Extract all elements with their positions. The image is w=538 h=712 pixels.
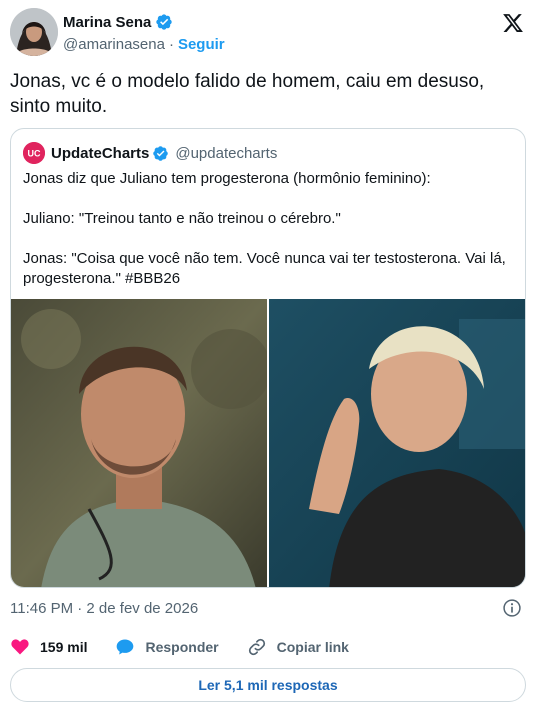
like-button[interactable]: 159 mil [10, 637, 87, 657]
x-logo-icon[interactable] [502, 12, 524, 34]
tweet-header: Marina Sena @amarinasena · Seguir [10, 8, 528, 58]
copy-link-label: Copiar link [276, 639, 349, 655]
media-grid [11, 299, 525, 587]
quoted-author-avatar[interactable]: UC [23, 142, 45, 164]
reply-button[interactable]: Responder [115, 637, 219, 657]
info-icon[interactable] [502, 598, 522, 618]
quoted-paragraph: Juliano: "Treinou tanto e não treinou o … [23, 210, 341, 227]
handle-separator: · [168, 36, 174, 53]
media-photo-left[interactable] [11, 299, 267, 587]
quoted-avatar-text: UC [28, 149, 41, 159]
author-names: Marina Sena @amarinasena · Seguir [63, 12, 225, 54]
quoted-handle[interactable]: @updatecharts [175, 145, 277, 162]
copy-link-button[interactable]: Copiar link [247, 637, 349, 657]
quoted-text: Jonas diz que Juliano tem progesterona (… [23, 169, 515, 289]
link-icon [248, 638, 265, 656]
quoted-tweet-header: UC UpdateCharts @updatecharts [23, 141, 277, 165]
verified-badge-icon [153, 145, 169, 161]
quoted-display-name[interactable]: UpdateCharts [51, 145, 149, 162]
reply-bubble-icon [117, 639, 134, 655]
media-photo-right[interactable] [269, 299, 525, 587]
read-replies-button[interactable]: Ler 5,1 mil respostas [10, 668, 526, 702]
heart-icon [11, 639, 29, 655]
action-bar: 159 mil Responder Copiar link [10, 634, 528, 660]
likes-count: 159 mil [40, 639, 88, 655]
author-display-name[interactable]: Marina Sena [63, 14, 151, 31]
reply-label: Responder [145, 639, 219, 655]
follow-button[interactable]: Seguir [178, 36, 225, 53]
quoted-tweet[interactable]: UC UpdateCharts @updatecharts Jonas diz … [10, 128, 526, 588]
tweet-meta: 11:46 PM · 2 de fev de 2026 [10, 598, 528, 618]
author-handle[interactable]: @amarinasena [63, 36, 165, 53]
quoted-paragraph: Jonas diz que Juliano tem progesterona (… [23, 170, 431, 187]
verified-badge-icon [156, 14, 173, 30]
quoted-paragraph: Jonas: "Coisa que você não tem. Você nun… [23, 250, 506, 287]
author-avatar[interactable] [10, 8, 58, 56]
timestamp[interactable]: 11:46 PM · 2 de fev de 2026 [10, 600, 198, 617]
tweet-text: Jonas, vc é o modelo falido de homem, ca… [10, 71, 485, 117]
